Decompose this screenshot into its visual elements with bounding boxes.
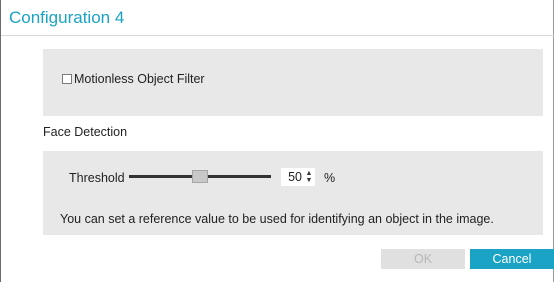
motionless-object-filter-checkbox[interactable] (62, 74, 72, 84)
threshold-label: Threshold (69, 171, 125, 185)
cancel-button[interactable]: Cancel (470, 249, 554, 269)
face-detection-heading: Face Detection (43, 125, 128, 139)
ok-button[interactable]: OK (381, 249, 465, 269)
motionless-panel: Motionless Object Filter (43, 49, 543, 116)
slider-thumb[interactable] (192, 170, 208, 183)
face-detection-panel: Threshold 50 ▲ ▼ % You can set a referen… (43, 151, 543, 235)
motionless-object-filter-option[interactable]: Motionless Object Filter (62, 72, 205, 86)
threshold-slider[interactable] (129, 170, 271, 184)
threshold-unit: % (324, 171, 336, 185)
threshold-value[interactable]: 50 (288, 170, 302, 184)
dialog-title: Configuration 4 (9, 8, 125, 27)
configuration-dialog: Configuration 4 Motionless Object Filter… (0, 0, 554, 282)
spin-down-icon[interactable]: ▼ (306, 177, 313, 184)
threshold-spinbox[interactable]: 50 ▲ ▼ (281, 168, 315, 186)
spin-arrows[interactable]: ▲ ▼ (304, 169, 314, 185)
spin-up-icon[interactable]: ▲ (306, 170, 313, 177)
title-divider (1, 35, 554, 36)
threshold-hint: You can set a reference value to be used… (60, 212, 494, 226)
motionless-object-filter-label: Motionless Object Filter (74, 72, 205, 86)
